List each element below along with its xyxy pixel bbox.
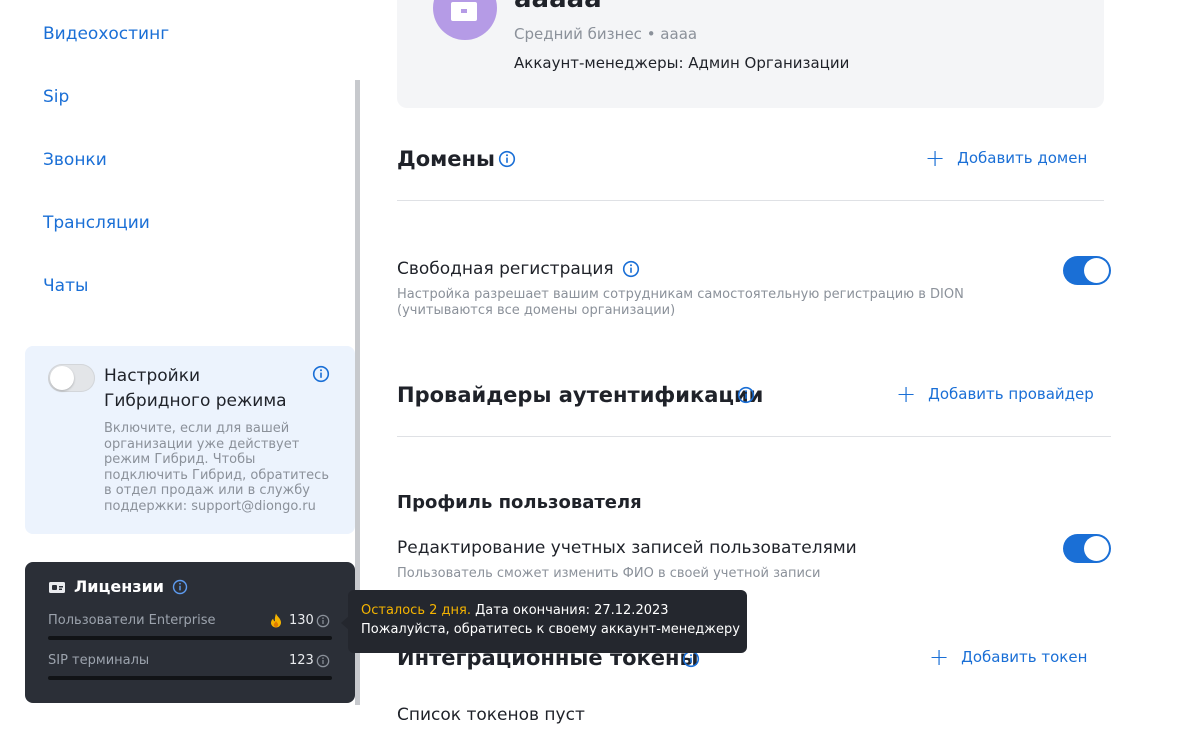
org-name: aaaaa xyxy=(514,0,602,14)
hybrid-mode-title: Настройки Гибридного режима xyxy=(104,366,287,411)
tokens-empty-text: Список токенов пуст xyxy=(397,705,585,725)
org-avatar xyxy=(433,0,497,40)
add-provider-button[interactable]: + Добавить провайдер xyxy=(896,382,1094,406)
edit-accounts-toggle[interactable] xyxy=(1063,534,1111,563)
info-icon[interactable] xyxy=(316,614,330,628)
free-registration-description: Настройка разрешает вашим сотрудникам са… xyxy=(397,287,964,318)
license-usage-bar xyxy=(48,676,332,680)
plus-icon: + xyxy=(929,643,950,671)
license-icon xyxy=(49,582,65,593)
info-icon[interactable] xyxy=(622,260,640,278)
add-token-label: Добавить токен xyxy=(961,648,1088,666)
nav-item-video-hosting[interactable]: Видеохостинг xyxy=(43,24,169,44)
add-provider-label: Добавить провайдер xyxy=(928,385,1094,403)
fire-icon xyxy=(271,613,281,628)
edit-accounts-title: Редактирование учетных записей пользоват… xyxy=(397,538,857,558)
auth-providers-title: Провайдеры аутентификации xyxy=(397,383,764,407)
info-icon[interactable] xyxy=(172,579,188,595)
free-registration-title: Свободная регистрация xyxy=(397,259,614,279)
licenses-title: Лицензии xyxy=(74,577,164,596)
nav-item-sip[interactable]: Sip xyxy=(43,87,69,107)
info-icon[interactable] xyxy=(498,150,516,168)
org-managers: Аккаунт-менеджеры: Админ Организации xyxy=(514,54,850,72)
license-row-value: 130 xyxy=(289,613,314,628)
hybrid-mode-description: Включите, если для вашей организации уже… xyxy=(104,421,329,514)
divider xyxy=(397,200,1104,201)
tooltip-message: Пожалуйста, обратитесь к своему аккаунт-… xyxy=(361,622,740,637)
divider xyxy=(397,436,1111,437)
organization-card: aaaaa Средний бизнес • aaaa Аккаунт-мене… xyxy=(397,0,1104,108)
nav-item-chats[interactable]: Чаты xyxy=(43,276,88,296)
user-profile-title: Профиль пользователя xyxy=(397,492,642,513)
plus-icon: + xyxy=(925,144,946,172)
plus-icon: + xyxy=(896,380,917,408)
info-icon[interactable] xyxy=(737,386,755,404)
nav-item-calls[interactable]: Звонки xyxy=(43,150,107,170)
add-token-button[interactable]: + Добавить токен xyxy=(929,645,1087,669)
add-domain-label: Добавить домен xyxy=(957,149,1088,167)
licenses-card: Лицензии Пользователи Enterprise 130 SIP… xyxy=(25,562,355,703)
license-row-label: Пользователи Enterprise xyxy=(48,613,216,628)
license-row-value: 123 xyxy=(289,653,314,668)
license-row-label: SIP терминалы xyxy=(48,653,150,668)
license-expiry-tooltip: Осталось 2 дня. Дата окончания: 27.12.20… xyxy=(348,590,747,653)
add-domain-button[interactable]: + Добавить домен xyxy=(925,146,1087,170)
tooltip-expiry-date: Дата окончания: 27.12.2023 xyxy=(475,603,669,618)
license-usage-bar xyxy=(48,636,332,640)
briefcase-icon xyxy=(451,2,477,21)
domains-title: Домены xyxy=(397,147,496,171)
tooltip-warning: Осталось 2 дня. xyxy=(361,603,471,618)
free-registration-toggle[interactable] xyxy=(1063,256,1111,285)
org-subtitle: Средний бизнес • aaaa xyxy=(514,25,698,43)
edit-accounts-description: Пользователь сможет изменить ФИО в своей… xyxy=(397,566,821,581)
nav-item-broadcasts[interactable]: Трансляции xyxy=(43,213,150,233)
info-icon[interactable] xyxy=(316,654,330,668)
info-icon[interactable] xyxy=(312,365,330,383)
hybrid-mode-toggle[interactable] xyxy=(48,364,95,392)
hybrid-mode-card: Настройки Гибридного режима Включите, ес… xyxy=(25,346,355,534)
